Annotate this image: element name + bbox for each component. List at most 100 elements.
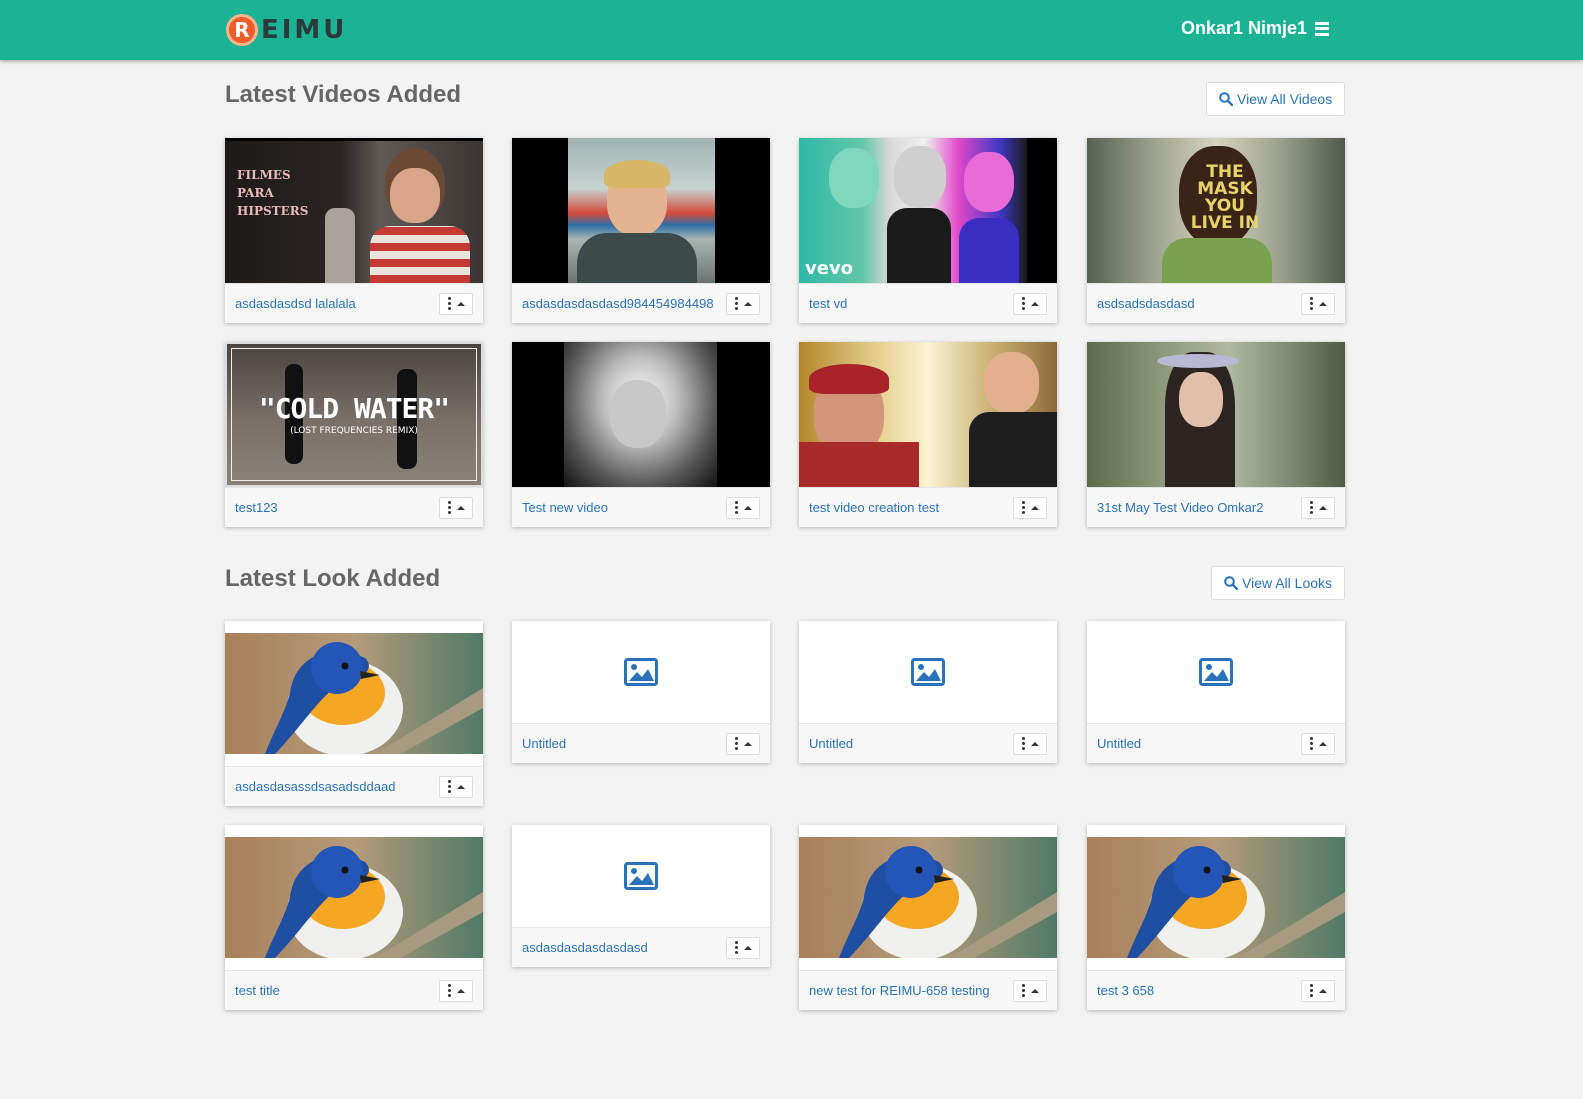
card-footer: test title [225,970,483,1010]
look-title[interactable]: Untitled [1097,736,1141,751]
card-options-button[interactable] [439,292,473,315]
card-footer: test123 [225,487,483,527]
video-thumbnail[interactable]: THE MASK YOU LIVE IN [1087,138,1345,283]
video-title[interactable]: asdasdasdasdasd984454984498 [522,296,714,311]
video-title[interactable]: asdsadsdasdasd [1097,296,1195,311]
video-card[interactable]: 31st May Test Video Omkar2 [1087,342,1345,527]
view-all-videos-label: View All Videos [1237,91,1333,107]
look-thumbnail[interactable] [1087,621,1345,723]
look-card[interactable]: asdasdasdasdasdasd [512,825,770,967]
kebab-menu-icon [447,984,451,997]
look-title[interactable]: Untitled [809,736,853,751]
kebab-menu-icon [1021,984,1025,997]
kebab-menu-icon [734,737,738,750]
look-thumbnail[interactable] [225,621,483,766]
card-options-button[interactable] [726,496,760,519]
looks-section-title: Latest Look Added [225,565,441,592]
video-thumbnail[interactable]: FILMES PARA HIPSTERS [225,138,483,283]
bird-photo [799,837,1057,958]
video-card[interactable]: asdasdasdasdasd984454984498 [512,138,770,323]
caret-up-icon [1318,505,1327,510]
view-all-looks-button[interactable]: View All Looks [1211,566,1346,600]
card-options-button[interactable] [726,732,760,755]
card-options-button[interactable] [439,979,473,1002]
card-footer: asdasdasdasdasd984454984498 [512,283,770,323]
look-card[interactable]: asdasdasassdsasadsddaad [225,621,483,806]
vevo-logo: vevo [805,258,854,279]
video-card[interactable]: test video creation test [799,342,1057,527]
look-title[interactable]: asdasdasassdsasadsddaad [235,779,395,794]
card-options-button[interactable] [439,775,473,798]
video-thumbnail[interactable] [512,342,770,487]
look-title[interactable]: Untitled [522,736,566,751]
look-thumbnail[interactable] [799,825,1057,970]
video-title[interactable]: Test new video [522,500,608,515]
look-card[interactable]: Untitled [799,621,1057,763]
card-options-button[interactable] [1013,732,1047,755]
card-footer: Test new video [512,487,770,527]
video-thumbnail[interactable]: vevo [799,138,1057,283]
kebab-menu-icon [1309,737,1313,750]
card-footer: test video creation test [799,487,1057,527]
look-thumbnail[interactable] [512,825,770,927]
kebab-menu-icon [1309,984,1313,997]
reimu-logo[interactable]: R EIMU [226,14,347,46]
caret-up-icon [1318,741,1327,746]
look-title[interactable]: asdasdasdasdasdasd [522,940,648,955]
card-options-button[interactable] [1301,496,1335,519]
video-card[interactable]: FILMES PARA HIPSTERS asdasdasdsd lalalal… [225,138,483,323]
video-title[interactable]: 31st May Test Video Omkar2 [1097,500,1263,515]
video-card[interactable]: "COLD WATER" (LOST FREQUENCIES REMIX) te… [225,342,483,527]
card-footer: test vd [799,283,1057,323]
card-options-button[interactable] [726,936,760,959]
look-title[interactable]: new test for REIMU-658 testing [809,983,990,998]
user-menu-toggle[interactable]: Onkar1 Nimje1 [1181,18,1329,39]
video-thumbnail[interactable]: "COLD WATER" (LOST FREQUENCIES REMIX) [225,342,483,487]
look-card[interactable]: new test for REIMU-658 testing [799,825,1057,1010]
look-card[interactable]: Untitled [1087,621,1345,763]
card-footer: Untitled [1087,723,1345,763]
kebab-menu-icon [447,780,451,793]
video-thumb-text: FILMES PARA HIPSTERS [237,168,309,218]
video-title[interactable]: test123 [235,500,278,515]
look-card[interactable]: test 3 658 [1087,825,1345,1010]
card-options-button[interactable] [1301,292,1335,315]
video-thumbnail[interactable] [1087,342,1345,487]
look-thumbnail[interactable] [225,825,483,970]
video-title[interactable]: test video creation test [809,500,939,515]
look-title[interactable]: test title [235,983,280,998]
card-options-button[interactable] [1013,496,1047,519]
kebab-menu-icon [1021,501,1025,514]
caret-up-icon [743,301,752,306]
caret-up-icon [1030,988,1039,993]
look-card[interactable]: Untitled [512,621,770,763]
caret-up-icon [743,945,752,950]
card-options-button[interactable] [726,292,760,315]
caret-up-icon [1030,301,1039,306]
look-card[interactable]: test title [225,825,483,1010]
video-thumbnail[interactable] [799,342,1057,487]
video-thumbnail[interactable] [512,138,770,283]
card-options-button[interactable] [1301,732,1335,755]
kebab-menu-icon [447,297,451,310]
look-thumbnail[interactable] [512,621,770,723]
video-card[interactable]: vevo test vd [799,138,1057,323]
card-options-button[interactable] [1013,979,1047,1002]
card-footer: asdasdasassdsasadsddaad [225,766,483,806]
card-options-button[interactable] [1301,979,1335,1002]
image-placeholder-icon [911,658,945,686]
video-title[interactable]: test vd [809,296,847,311]
bird-photo [225,837,483,958]
video-title[interactable]: asdasdasdsd lalalala [235,296,356,311]
video-card[interactable]: THE MASK YOU LIVE IN asdsadsdasdasd [1087,138,1345,323]
look-title[interactable]: test 3 658 [1097,983,1154,998]
card-options-button[interactable] [439,496,473,519]
view-all-videos-button[interactable]: View All Videos [1206,82,1346,116]
hamburger-menu-icon[interactable] [1315,21,1329,37]
caret-up-icon [1030,741,1039,746]
look-thumbnail[interactable] [799,621,1057,723]
caret-up-icon [456,505,465,510]
card-options-button[interactable] [1013,292,1047,315]
look-thumbnail[interactable] [1087,825,1345,970]
video-card[interactable]: Test new video [512,342,770,527]
